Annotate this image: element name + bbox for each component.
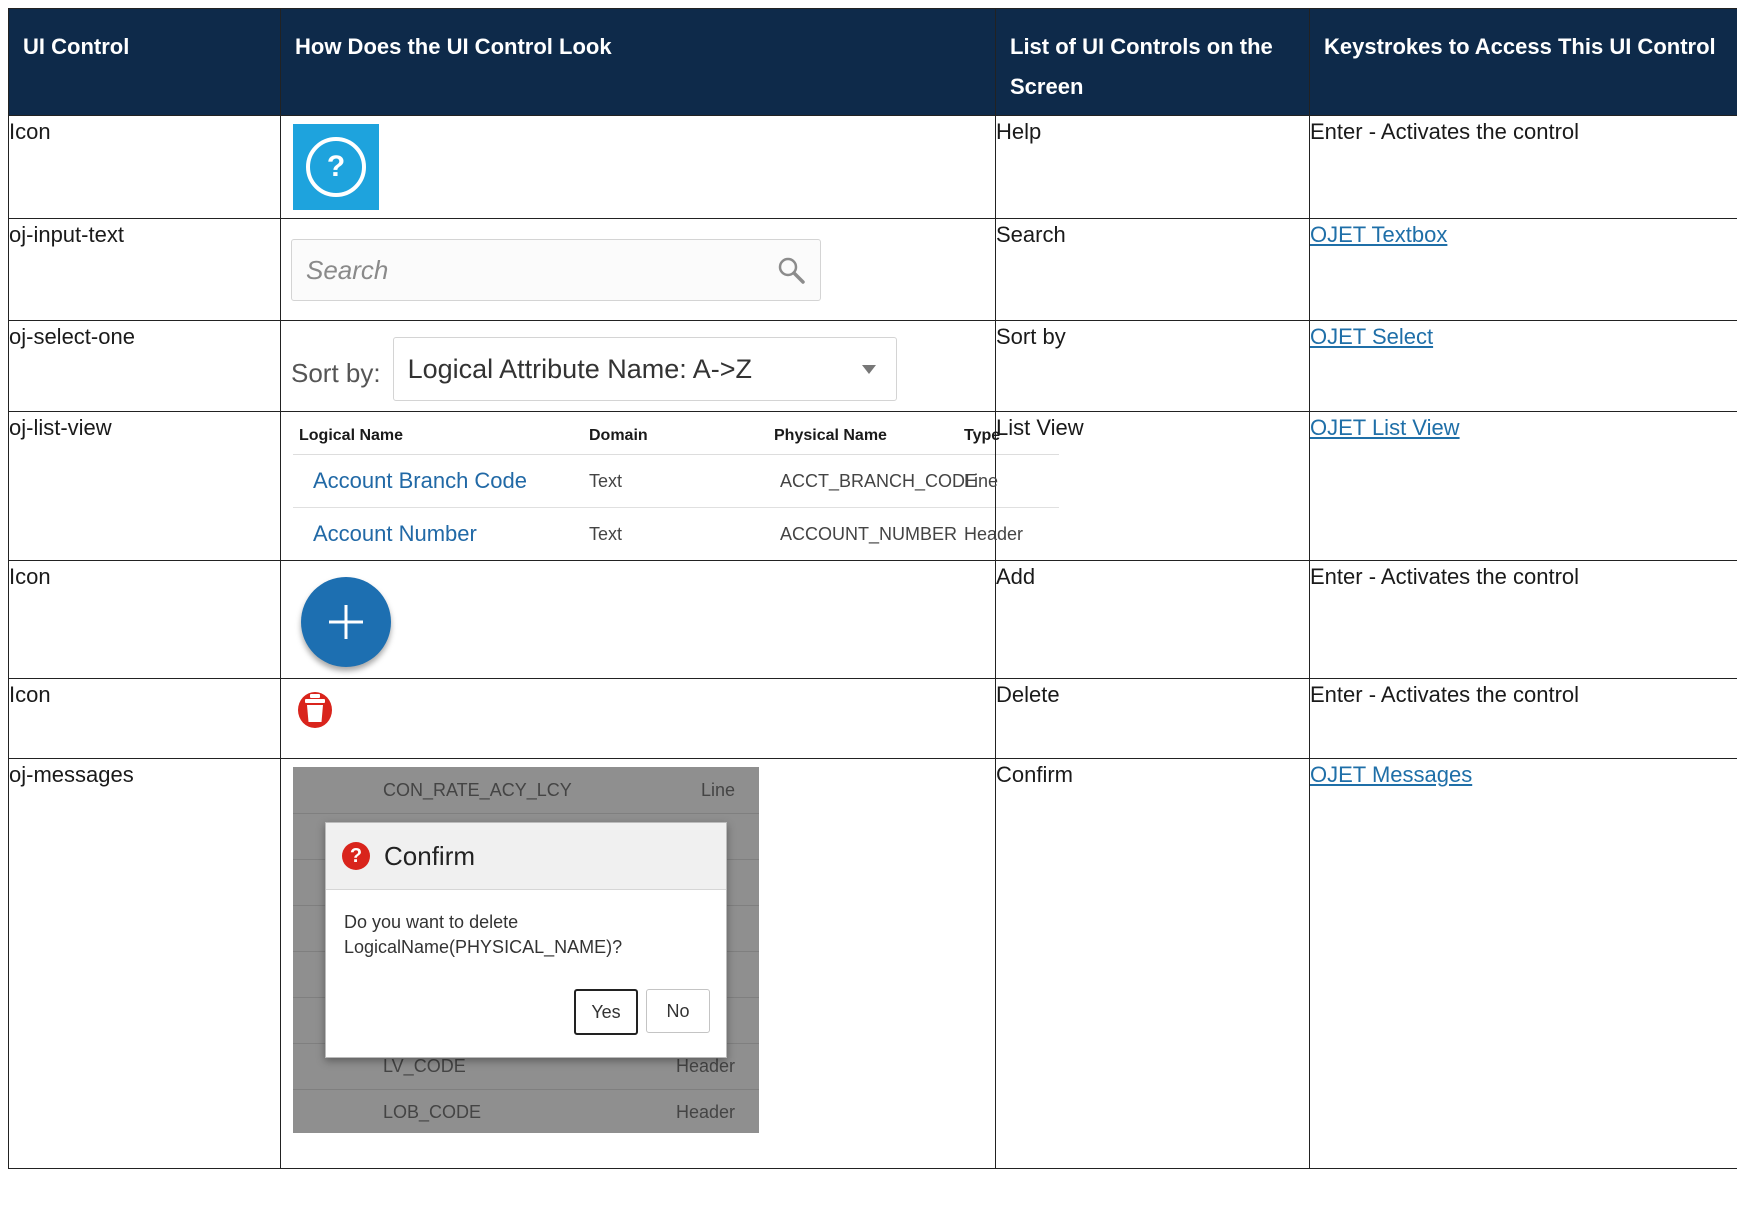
question-icon: ? [306, 137, 366, 197]
sort-control: Sort by: Logical Attribute Name: A->Z [291, 337, 995, 401]
header-keystrokes: Keystrokes to Access This UI Control [1309, 8, 1737, 116]
keystrokes: Enter - Activates the control [1309, 678, 1737, 759]
lv-header-logical-name[interactable]: Logical Name [293, 427, 583, 445]
control-type: oj-select-one [8, 320, 281, 412]
lv-header-physical-name[interactable]: Physical Name [768, 427, 958, 445]
sort-select[interactable]: Logical Attribute Name: A->Z [392, 337, 897, 401]
add-button[interactable] [301, 577, 391, 667]
list-item[interactable]: Account Number Text ACCOUNT_NUMBER Heade… [293, 508, 1059, 560]
dialog-message: Do you want to delete LogicalName(PHYSIC… [326, 890, 726, 960]
table-row: Icon Add Enter - Activates the control [8, 560, 1737, 679]
search-placeholder: Search [306, 254, 389, 285]
dialog-message-line: LogicalName(PHYSICAL_NAME)? [344, 937, 623, 957]
background-row: LOB_CODE Header [293, 1089, 759, 1133]
list-view-header: Logical Name Domain Physical Name Type [293, 418, 1059, 455]
control-name: Delete [995, 678, 1310, 759]
chevron-down-icon [861, 364, 876, 374]
sort-label: Sort by: [291, 357, 381, 388]
bg-type: Line [700, 779, 735, 800]
control-type: oj-list-view [8, 411, 281, 561]
table-row: oj-list-view Logical Name Domain Physica… [8, 411, 1737, 561]
table-row: Icon ? Help Enter - Activates the contro… [8, 115, 1737, 219]
header-list-of-controls: List of UI Controls on the Screen [995, 8, 1310, 116]
no-button[interactable]: No [646, 989, 710, 1033]
plus-icon [329, 605, 363, 639]
lv-domain: Text [589, 470, 623, 491]
control-name: Confirm [995, 758, 1310, 1169]
header-how-it-looks: How Does the UI Control Look [280, 8, 996, 116]
lv-type: Line [964, 470, 999, 491]
dialog-message-line: Do you want to delete [344, 912, 519, 932]
table-row: Icon Delete Enter - Activates the contro… [8, 678, 1737, 759]
bg-type: Header [675, 1055, 735, 1076]
control-type: oj-messages [8, 758, 281, 1169]
header-row: UI Control How Does the UI Control Look … [8, 8, 1737, 116]
ojet-textbox-link[interactable]: OJET Textbox [1310, 222, 1447, 247]
list-item[interactable]: Account Branch Code Text ACCT_BRANCH_COD… [293, 455, 1059, 508]
table-row: oj-input-text Search Search OJET Textbox [8, 218, 1737, 321]
background-row: CON_RATE_ACY_LCY Line [293, 767, 759, 814]
table-row: oj-messages CON_RATE_ACY_LCY Line LV_COD… [8, 758, 1737, 1169]
search-icon [778, 257, 805, 284]
dialog-title: Confirm [384, 840, 476, 871]
control-type: Icon [8, 115, 281, 219]
bg-code: CON_RATE_ACY_LCY [383, 779, 572, 800]
control-name: Search [995, 218, 1310, 321]
ojet-messages-link[interactable]: OJET Messages [1310, 762, 1472, 787]
dialog-buttons: Yes No [574, 989, 710, 1035]
sort-selected-value: Logical Attribute Name: A->Z [407, 353, 753, 384]
control-type: Icon [8, 560, 281, 679]
question-icon: ? [342, 842, 370, 870]
lv-logical-name[interactable]: Account Branch Code [293, 468, 583, 494]
trash-icon[interactable] [295, 689, 335, 729]
help-icon[interactable]: ? [293, 124, 379, 210]
lv-domain: Text [589, 523, 623, 544]
confirm-dialog: ? Confirm Do you want to delete LogicalN… [325, 822, 727, 1058]
lv-physical-name: ACCT_BRANCH_CODE [780, 470, 978, 491]
list-view: Logical Name Domain Physical Name Type A… [293, 418, 1059, 560]
lv-type: Header [964, 523, 1024, 544]
lv-physical-name: ACCOUNT_NUMBER [780, 523, 958, 544]
yes-button[interactable]: Yes [574, 989, 638, 1035]
ui-controls-table: UI Control How Does the UI Control Look … [8, 8, 1737, 1169]
bg-code: LOB_CODE [383, 1101, 482, 1122]
keystrokes: Enter - Activates the control [1309, 560, 1737, 679]
table-row: oj-select-one Sort by: Logical Attribute… [8, 320, 1737, 412]
dialog-header: ? Confirm [326, 823, 726, 890]
bg-code: LV_CODE [383, 1055, 466, 1076]
lv-logical-name[interactable]: Account Number [293, 521, 583, 547]
bg-type: Header [675, 1101, 735, 1122]
control-type: Icon [8, 678, 281, 759]
confirm-screenshot: CON_RATE_ACY_LCY Line LV_CODE Header LOB… [293, 767, 759, 1133]
control-type: oj-input-text [8, 218, 281, 321]
search-input[interactable]: Search [291, 239, 821, 301]
ojet-list-view-link[interactable]: OJET List View [1310, 415, 1460, 440]
control-name: Sort by [995, 320, 1310, 412]
control-name: Help [995, 115, 1310, 219]
lv-header-domain[interactable]: Domain [583, 427, 768, 445]
control-name: Add [995, 560, 1310, 679]
ojet-select-link[interactable]: OJET Select [1310, 324, 1433, 349]
keystrokes: Enter - Activates the control [1309, 115, 1737, 219]
header-ui-control: UI Control [8, 8, 281, 116]
